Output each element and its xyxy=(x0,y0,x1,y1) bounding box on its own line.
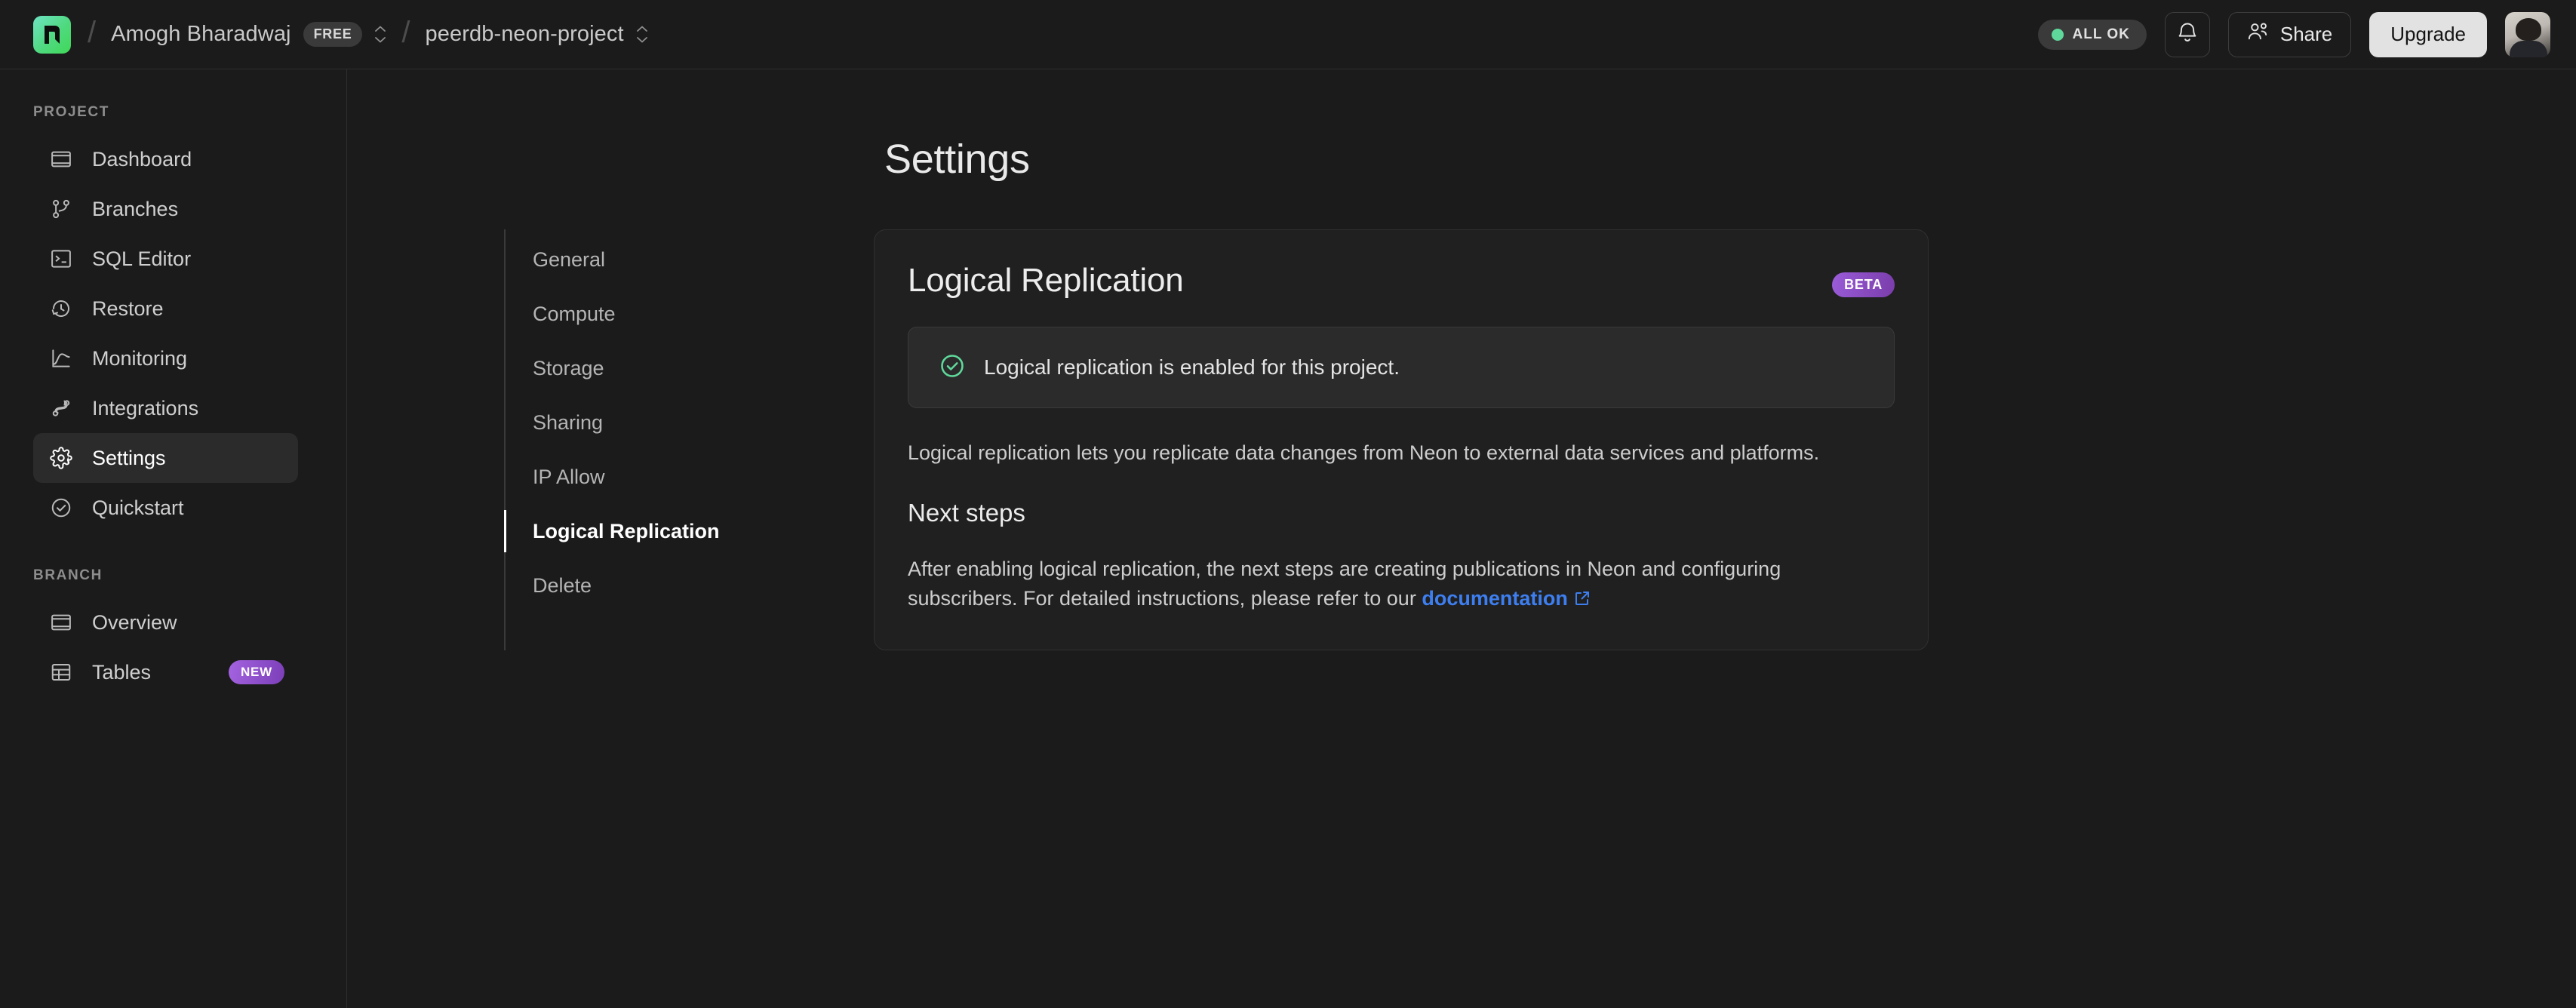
sidebar-divider-spacer xyxy=(0,533,346,567)
status-badge[interactable]: ALL OK xyxy=(2037,19,2147,50)
account-name: Amogh Bharadwaj xyxy=(111,22,291,46)
sidebar-group-project-label: PROJECT xyxy=(33,104,109,120)
project-name: peerdb-neon-project xyxy=(425,22,624,46)
sidebar: PROJECT Dashboard Branches SQL Editor Re… xyxy=(0,69,347,1008)
new-badge: NEW xyxy=(228,660,284,684)
card-title: Logical Replication xyxy=(908,262,1184,299)
overview-icon xyxy=(47,608,75,637)
plan-badge: FREE xyxy=(303,22,363,47)
card-header: Logical Replication BETA xyxy=(908,262,1895,300)
tab-ip-allow[interactable]: IP Allow xyxy=(506,450,874,504)
sidebar-item-integrations[interactable]: Integrations xyxy=(33,383,298,433)
users-icon xyxy=(2247,21,2270,48)
sidebar-item-sql-editor[interactable]: SQL Editor xyxy=(33,234,298,284)
sidebar-item-settings[interactable]: Settings xyxy=(33,433,298,483)
next-steps-heading: Next steps xyxy=(908,499,1025,527)
sidebar-item-overview[interactable]: Overview xyxy=(33,598,298,647)
breadcrumb-project[interactable]: peerdb-neon-project xyxy=(426,22,648,47)
next-steps-body: After enabling logical replication, the … xyxy=(908,558,1781,610)
status-banner-text: Logical replication is enabled for this … xyxy=(984,355,1400,379)
sidebar-item-label: Integrations xyxy=(92,396,199,419)
sidebar-item-label: Branches xyxy=(92,197,179,220)
chevron-updown-icon[interactable] xyxy=(374,26,386,43)
sidebar-item-monitoring[interactable]: Monitoring xyxy=(33,333,298,383)
tab-delete[interactable]: Delete xyxy=(506,558,874,613)
sidebar-group-branch-label: BRANCH xyxy=(33,567,103,583)
tab-general[interactable]: General xyxy=(506,232,874,287)
documentation-link[interactable]: documentation xyxy=(1422,587,1591,610)
sidebar-item-quickstart[interactable]: Quickstart xyxy=(33,483,298,533)
sidebar-item-label: Restore xyxy=(92,297,164,320)
gear-icon xyxy=(47,444,75,472)
sidebar-item-label: Dashboard xyxy=(92,147,192,171)
tab-compute[interactable]: Compute xyxy=(506,287,874,341)
sidebar-item-label: Quickstart xyxy=(92,496,184,519)
documentation-link-label: documentation xyxy=(1422,586,1568,610)
check-circle-icon xyxy=(939,352,966,383)
sidebar-item-label: Tables xyxy=(92,660,152,684)
sidebar-item-label: Monitoring xyxy=(92,346,188,370)
integrations-icon xyxy=(47,394,75,423)
sidebar-item-restore[interactable]: Restore xyxy=(33,284,298,333)
sidebar-item-label: Overview xyxy=(92,610,177,634)
top-bar: / Amogh Bharadwaj FREE / peerdb-neon-pro… xyxy=(0,0,2576,69)
status-dot-icon xyxy=(2051,28,2064,41)
neon-logo-icon xyxy=(33,15,71,54)
sidebar-item-label: SQL Editor xyxy=(92,247,192,270)
restore-clock-icon xyxy=(47,294,75,323)
status-banner: Logical replication is enabled for this … xyxy=(908,327,1895,408)
page-title: Settings xyxy=(884,137,1030,182)
status-label: ALL OK xyxy=(2072,26,2130,42)
external-link-icon xyxy=(1573,586,1591,615)
share-button[interactable]: Share xyxy=(2227,11,2352,57)
branches-icon xyxy=(47,195,75,223)
monitoring-chart-icon xyxy=(47,344,75,373)
logical-replication-card: Logical Replication BETA Logical replica… xyxy=(874,229,1929,650)
sidebar-item-dashboard[interactable]: Dashboard xyxy=(33,134,298,184)
tab-logical-replication[interactable]: Logical Replication xyxy=(504,504,874,558)
share-button-label: Share xyxy=(2279,23,2333,45)
breadcrumb-separator-1: / xyxy=(88,15,97,49)
neon-logo-glyph xyxy=(45,25,60,44)
sql-editor-icon xyxy=(47,244,75,273)
upgrade-button[interactable]: Upgrade xyxy=(2369,11,2487,57)
neon-logo[interactable] xyxy=(32,14,72,55)
top-bar-actions: ALL OK Share Upgrade xyxy=(2037,11,2550,57)
next-steps-text: After enabling logical replication, the … xyxy=(908,555,1889,615)
sidebar-item-branches[interactable]: Branches xyxy=(33,184,298,234)
breadcrumb-account[interactable]: Amogh Bharadwaj FREE xyxy=(111,22,386,47)
chevron-updown-icon[interactable] xyxy=(636,26,648,43)
tab-storage[interactable]: Storage xyxy=(506,341,874,395)
main-content: Settings General Compute Storage Sharing… xyxy=(348,69,2576,1008)
sidebar-item-label: Settings xyxy=(92,446,166,469)
check-circle-icon xyxy=(47,493,75,522)
table-icon xyxy=(47,658,75,687)
breadcrumb-separator-2: / xyxy=(401,15,410,49)
sidebar-item-tables[interactable]: Tables NEW xyxy=(33,647,298,697)
bell-icon xyxy=(2177,21,2198,48)
dashboard-icon xyxy=(47,145,75,174)
card-description: Logical replication lets you replicate d… xyxy=(908,441,1820,464)
settings-layout: General Compute Storage Sharing IP Allow… xyxy=(504,229,2576,650)
avatar[interactable] xyxy=(2505,11,2550,57)
notifications-button[interactable] xyxy=(2164,11,2210,57)
tab-sharing[interactable]: Sharing xyxy=(506,395,874,450)
beta-badge: BETA xyxy=(1832,272,1895,297)
settings-subnav: General Compute Storage Sharing IP Allow… xyxy=(504,229,874,650)
